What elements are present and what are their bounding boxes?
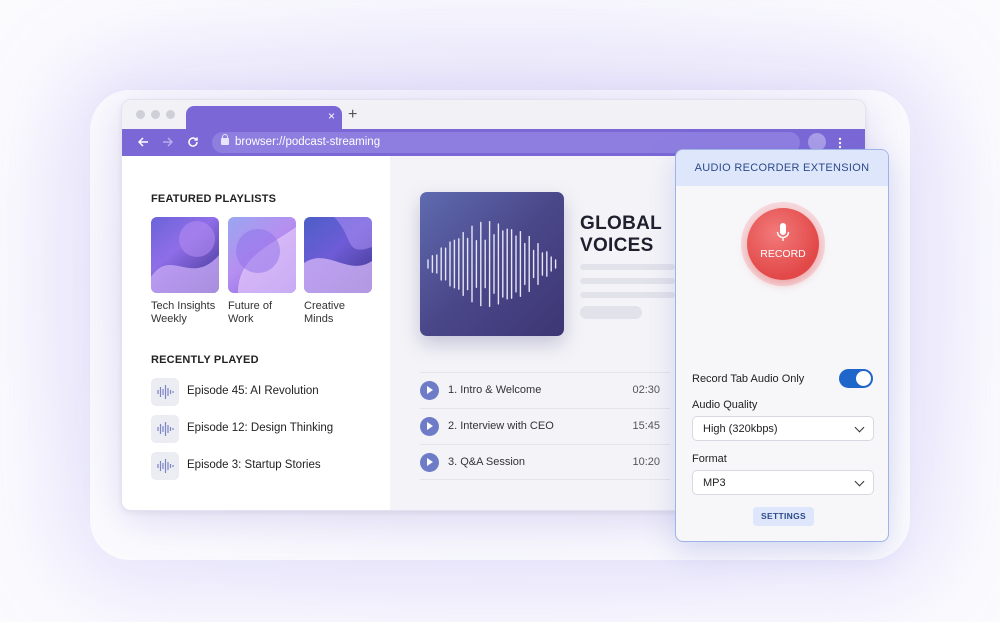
record-button[interactable]: RECORD <box>747 208 819 280</box>
playlist-title-line: Work <box>228 313 254 325</box>
microphone-icon <box>776 223 790 241</box>
playlist-cover-creative-minds[interactable] <box>304 217 372 293</box>
recent-item-label: Episode 3: Startup Stories <box>187 459 321 471</box>
playlist-title-line: Future of <box>228 300 273 312</box>
placeholder-text-line <box>580 292 675 298</box>
play-icon[interactable] <box>420 417 439 436</box>
waveform-graphic <box>427 220 557 308</box>
placeholder-text-line <box>580 278 675 284</box>
recently-played-heading: RECENTLY PLAYED <box>151 354 259 366</box>
episode-row[interactable]: 2. Interview with CEO 15:45 <box>420 408 670 444</box>
podcast-title-line: VOICES <box>580 235 654 256</box>
url-text: browser://podcast-streaming <box>235 136 381 148</box>
playlist-label-future-of-work[interactable]: Future of Work <box>228 300 300 326</box>
recent-item-label: Episode 12: Design Thinking <box>187 422 334 434</box>
playlist-cover-future-of-work[interactable] <box>228 217 296 293</box>
placeholder-button <box>580 306 642 319</box>
format-select[interactable]: MP3 <box>692 470 874 495</box>
podcast-title: GLOBAL VOICES <box>580 213 662 257</box>
forward-arrow-icon[interactable] <box>162 136 174 148</box>
window-dot-close[interactable] <box>136 110 145 119</box>
play-icon[interactable] <box>420 381 439 400</box>
episode-row[interactable]: 3. Q&A Session 10:20 <box>420 444 670 480</box>
featured-playlists-heading: FEATURED PLAYLISTS <box>151 193 277 205</box>
podcast-title-line: GLOBAL <box>580 213 663 234</box>
playlist-cover-tech-insights[interactable] <box>151 217 219 293</box>
chevron-down-icon <box>854 476 865 487</box>
format-label: Format <box>692 453 727 465</box>
episode-duration: 15:45 <box>632 420 660 432</box>
reload-icon[interactable] <box>187 136 199 148</box>
episode-row[interactable]: 1. Intro & Welcome 02:30 <box>420 372 670 408</box>
window-dot-minimize[interactable] <box>151 110 160 119</box>
playlist-title-line: Creative <box>304 300 345 312</box>
playlist-label-creative-minds[interactable]: Creative Minds <box>304 300 376 326</box>
chevron-down-icon <box>854 422 865 433</box>
episode-duration: 02:30 <box>632 384 660 396</box>
recent-item[interactable]: Episode 45: AI Revolution <box>151 378 381 406</box>
placeholder-text-line <box>580 264 675 270</box>
record-tab-audio-toggle[interactable] <box>839 369 873 388</box>
playlist-title-line: Weekly <box>151 313 187 325</box>
record-tab-audio-label: Record Tab Audio Only <box>692 373 805 385</box>
active-tab[interactable]: × <box>186 106 342 129</box>
settings-button[interactable]: SETTINGS <box>753 507 814 526</box>
lock-icon <box>221 134 229 145</box>
waveform-icon <box>151 415 179 443</box>
window-dot-maximize[interactable] <box>166 110 175 119</box>
extension-title: AUDIO RECORDER EXTENSION <box>676 150 888 186</box>
record-label: RECORD <box>760 248 806 260</box>
playlist-title-line: Tech Insights <box>151 300 216 312</box>
toggle-knob <box>856 371 871 386</box>
back-arrow-icon[interactable] <box>137 136 149 148</box>
recent-item-label: Episode 45: AI Revolution <box>187 385 319 397</box>
left-panel: FEATURED PLAYLISTS Tech Insights Weekly … <box>122 156 390 510</box>
waveform-icon <box>151 378 179 406</box>
episode-duration: 10:20 <box>632 456 660 468</box>
format-value: MP3 <box>703 477 726 489</box>
playlist-label-tech-insights[interactable]: Tech Insights Weekly <box>151 300 223 326</box>
audio-recorder-extension-popup: AUDIO RECORDER EXTENSION RECORD Record T… <box>675 149 889 542</box>
new-tab-icon[interactable]: + <box>348 106 357 124</box>
audio-waveform-visualizer <box>692 291 870 353</box>
tab-strip: × + <box>122 100 865 129</box>
podcast-cover-art <box>420 192 564 336</box>
playlist-title-line: Minds <box>304 313 334 325</box>
audio-quality-select[interactable]: High (320kbps) <box>692 416 874 441</box>
play-icon[interactable] <box>420 453 439 472</box>
audio-quality-value: High (320kbps) <box>703 423 778 435</box>
episode-title: 1. Intro & Welcome <box>448 384 542 396</box>
close-tab-icon[interactable]: × <box>328 109 335 123</box>
recent-item[interactable]: Episode 3: Startup Stories <box>151 452 381 480</box>
episode-title: 2. Interview with CEO <box>448 420 554 432</box>
audio-quality-label: Audio Quality <box>692 399 758 411</box>
waveform-icon <box>151 452 179 480</box>
episode-title: 3. Q&A Session <box>448 456 526 468</box>
recent-item[interactable]: Episode 12: Design Thinking <box>151 415 381 443</box>
more-menu-icon[interactable] <box>838 137 842 149</box>
